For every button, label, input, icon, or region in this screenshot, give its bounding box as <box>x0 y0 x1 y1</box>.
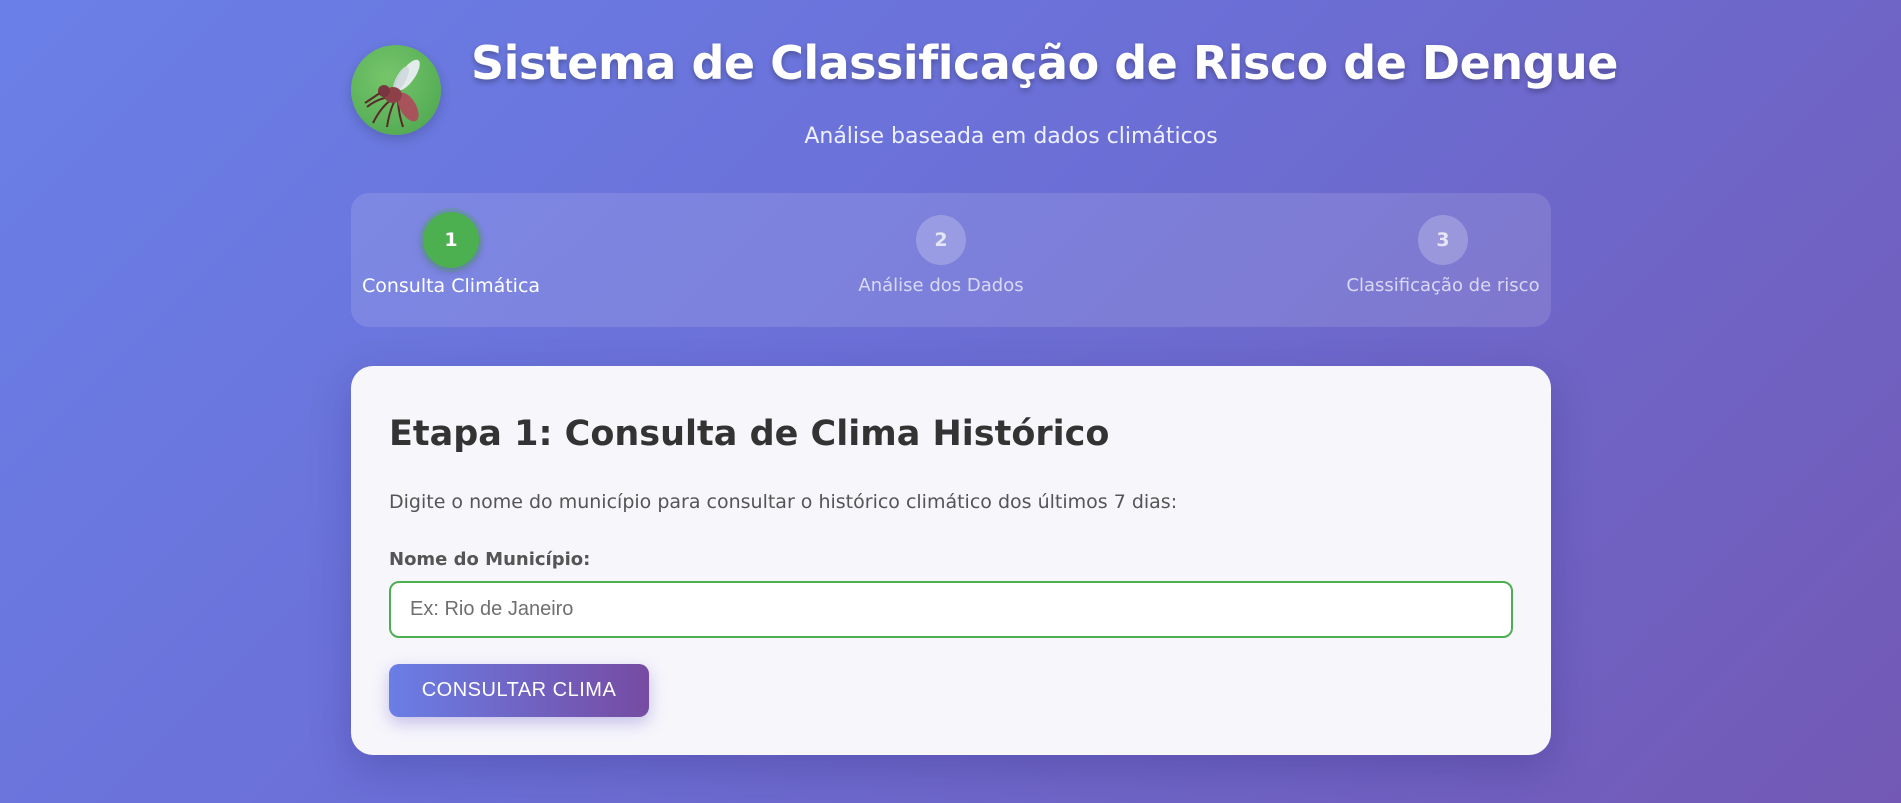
consultar-clima-button[interactable]: CONSULTAR CLIMA <box>389 664 649 717</box>
step-label: Análise dos Dados <box>858 275 1024 296</box>
card-title: Etapa 1: Consulta de Clima Histórico <box>389 414 1110 454</box>
step-consulta-climatica: 1 Consulta Climática <box>341 212 561 297</box>
app-container: Sistema de Classificação de Risco de Den… <box>351 0 1618 755</box>
consulta-card: Etapa 1: Consulta de Clima Histórico Dig… <box>351 366 1551 755</box>
step-number: 2 <box>916 215 966 265</box>
municipio-input[interactable] <box>389 581 1513 638</box>
step-classificacao-risco: 3 Classificação de risco <box>1333 215 1553 296</box>
step-progress: 1 Consulta Climática 2 Análise dos Dados… <box>351 193 1551 327</box>
step-number: 1 <box>423 212 479 268</box>
page-title: Sistema de Classificação de Risco de Den… <box>471 36 1618 90</box>
step-label: Consulta Climática <box>361 275 541 297</box>
card-description: Digite o nome do município para consulta… <box>389 491 1178 513</box>
page-header: Sistema de Classificação de Risco de Den… <box>351 0 1618 175</box>
step-analise-dados: 2 Análise dos Dados <box>831 215 1051 296</box>
municipio-field-label: Nome do Município: <box>389 549 591 570</box>
step-label: Classificação de risco <box>1346 275 1540 296</box>
step-number: 3 <box>1418 215 1468 265</box>
page-subtitle: Análise baseada em dados climáticos <box>804 124 1218 149</box>
